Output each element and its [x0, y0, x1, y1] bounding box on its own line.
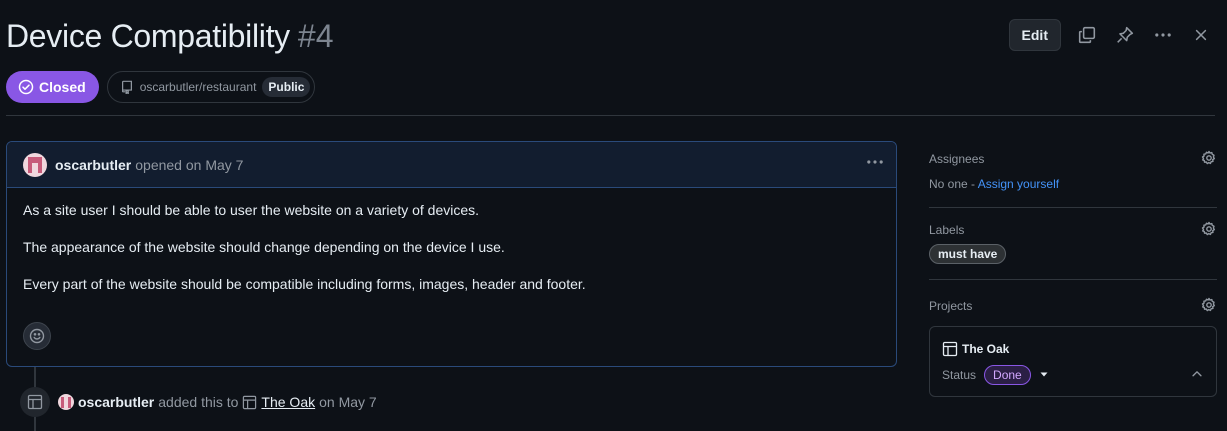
assignees-section: Assignees No one - Assign yourself: [929, 141, 1217, 208]
issue-number: #4: [297, 18, 334, 54]
timeline-event: oscarbutler added this to The Oak on May…: [20, 387, 377, 417]
project-status-row: Status Done: [942, 365, 1204, 385]
check-circle-icon: [18, 79, 34, 95]
project-status-label: Status: [942, 368, 977, 382]
project-name[interactable]: The Oak: [962, 342, 1009, 356]
project-status-value[interactable]: Done: [984, 365, 1031, 385]
header-actions: Edit: [1008, 19, 1213, 51]
assignees-none: No one -: [929, 177, 976, 191]
timeline-action: added this to: [158, 394, 239, 410]
timeline-project-link[interactable]: The Oak: [242, 394, 315, 410]
status-badge-label: Closed: [39, 79, 86, 95]
pin-icon[interactable]: [1113, 23, 1137, 47]
gear-icon[interactable]: [1201, 221, 1217, 240]
issue-meta: Closed oscarbutler/restaurant Public: [6, 71, 316, 103]
projects-section: Projects The Oak Status Done: [929, 280, 1217, 397]
timeline-project-name[interactable]: The Oak: [261, 394, 315, 410]
visibility-badge: Public: [262, 77, 311, 97]
status-badge: Closed: [6, 71, 99, 103]
repo-pill[interactable]: oscarbutler/restaurant Public: [106, 71, 316, 103]
comment-author[interactable]: oscarbutler: [55, 157, 131, 173]
issue-title: Device Compatibility: [6, 18, 290, 54]
comment-paragraph: As a site user I should be able to user …: [23, 202, 480, 218]
project-table-icon: [243, 395, 257, 409]
issue-title-row: Device Compatibility #4: [6, 18, 333, 55]
header-divider: [6, 115, 1215, 116]
add-reaction-button[interactable]: [23, 322, 51, 350]
assignees-value: No one - Assign yourself: [929, 177, 1217, 207]
comment-body: As a site user I should be able to user …: [7, 188, 896, 292]
labels-section: Labels must have: [929, 208, 1217, 280]
caret-down-icon[interactable]: [1039, 368, 1049, 382]
comment-paragraph: Every part of the website should be comp…: [23, 276, 586, 292]
comment-paragraph: The appearance of the website should cha…: [23, 239, 505, 255]
repo-icon: [121, 80, 132, 94]
avatar[interactable]: [58, 394, 74, 410]
assign-yourself-link[interactable]: Assign yourself: [978, 177, 1059, 191]
timeline-author[interactable]: oscarbutler: [78, 394, 154, 410]
assignees-heading: Assignees: [929, 152, 985, 166]
gear-icon[interactable]: [1201, 150, 1217, 169]
timeline-date: on May 7: [319, 394, 377, 410]
repo-name[interactable]: oscarbutler/restaurant: [140, 80, 257, 94]
comment-more-icon[interactable]: [866, 153, 884, 176]
gear-icon[interactable]: [1201, 297, 1217, 316]
avatar[interactable]: [23, 152, 47, 177]
chevron-up-icon[interactable]: [1190, 367, 1204, 384]
issue-comment: oscarbutler opened on May 7 As a site us…: [6, 141, 897, 367]
project-card-title[interactable]: The Oak: [942, 337, 1204, 361]
project-card: The Oak Status Done: [929, 326, 1217, 397]
edit-button[interactable]: Edit: [1008, 19, 1061, 51]
copy-icon[interactable]: [1075, 23, 1099, 47]
more-options-icon[interactable]: [1151, 23, 1175, 47]
labels-header: Labels: [929, 216, 1217, 244]
close-icon[interactable]: [1189, 23, 1213, 47]
labels-heading: Labels: [929, 223, 965, 237]
project-table-icon: [20, 387, 50, 417]
projects-heading: Projects: [929, 299, 973, 313]
smiley-icon: [29, 328, 45, 344]
timeline-text: oscarbutler added this to The Oak on May…: [58, 394, 377, 410]
project-table-icon: [942, 341, 958, 357]
comment-header: oscarbutler opened on May 7: [7, 142, 896, 188]
issue-sidebar: Assignees No one - Assign yourself Label…: [929, 141, 1217, 397]
label-badge[interactable]: must have: [929, 244, 1007, 264]
comment-opened-text: opened on May 7: [135, 156, 244, 173]
projects-header: Projects: [929, 288, 1217, 324]
assignees-header: Assignees: [929, 141, 1217, 177]
